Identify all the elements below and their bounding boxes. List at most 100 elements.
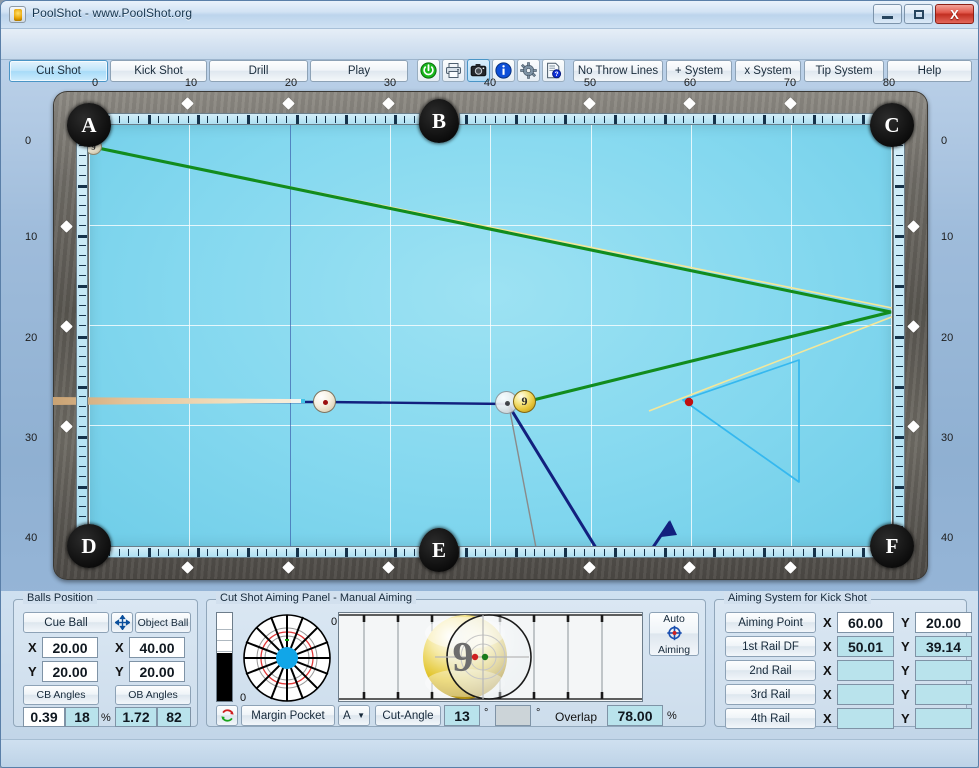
spin-bottom-label: 0 bbox=[240, 692, 247, 704]
table-felt[interactable]: 9 9 bbox=[89, 125, 892, 546]
object-ball-9[interactable]: 9 bbox=[513, 390, 536, 413]
cue-stick[interactable] bbox=[53, 396, 305, 406]
pool-table-area[interactable]: 0 10 20 30 40 50 60 70 80 0 10 20 30 40 … bbox=[1, 63, 978, 591]
english-spin-wheel[interactable] bbox=[242, 613, 332, 703]
maximize-button[interactable] bbox=[904, 4, 933, 24]
diamond-marker bbox=[683, 561, 696, 574]
second-rail-button[interactable]: 2nd Rail bbox=[725, 660, 816, 681]
third-rail-x[interactable] bbox=[837, 684, 894, 705]
diamond-marker bbox=[907, 320, 920, 333]
third-rail-y[interactable] bbox=[915, 684, 972, 705]
pocket-select[interactable]: A ▼ bbox=[338, 705, 370, 726]
kick-system-legend: Aiming System for Kick Shot bbox=[724, 592, 871, 604]
diamond-marker bbox=[583, 561, 596, 574]
fourth-rail-button[interactable]: 4th Rail bbox=[725, 708, 816, 729]
row0-x-label: X bbox=[823, 615, 832, 630]
pocket-label: A bbox=[81, 112, 97, 137]
cut-angle-button[interactable]: Cut-Angle bbox=[375, 705, 441, 726]
reference-line bbox=[210, 170, 892, 412]
svg-text:9: 9 bbox=[453, 635, 474, 681]
fourth-rail-y[interactable] bbox=[915, 708, 972, 729]
balls-position-group: Balls Position Cue Ball Object Ball X 20… bbox=[13, 592, 198, 727]
x-tick-70: 70 bbox=[783, 77, 797, 89]
first-rail-button[interactable]: 1st Rail DF bbox=[725, 636, 816, 657]
auto-aiming-line2: Aiming bbox=[657, 643, 691, 656]
refresh-icon[interactable] bbox=[216, 705, 238, 726]
speed-slider[interactable] bbox=[216, 612, 233, 702]
cue-x-field[interactable]: 20.00 bbox=[42, 637, 98, 658]
cue-ball-button[interactable]: Cue Ball bbox=[23, 612, 109, 633]
y-tick-left-10: 10 bbox=[25, 231, 38, 243]
diamond-marker bbox=[784, 561, 797, 574]
auto-aiming-line1: Auto bbox=[663, 612, 685, 625]
pocket-b[interactable]: B bbox=[419, 99, 459, 143]
pocket-label: D bbox=[81, 533, 97, 558]
obj-y-field[interactable]: 20.00 bbox=[129, 661, 185, 682]
x-tick-80: 80 bbox=[882, 77, 896, 89]
close-button[interactable]: X bbox=[935, 4, 974, 24]
pocket-d[interactable]: D bbox=[67, 524, 111, 568]
kick-path-line bbox=[92, 145, 892, 404]
row4-x-label: X bbox=[823, 711, 832, 726]
obj-x-label: X bbox=[115, 640, 124, 655]
path-arrowhead bbox=[661, 520, 677, 537]
row1-y-label: Y bbox=[901, 639, 910, 654]
aiming-point-button[interactable]: Aiming Point bbox=[725, 612, 816, 633]
diamond-marker bbox=[907, 220, 920, 233]
cue-y-label: Y bbox=[28, 664, 37, 679]
margin-pocket-button[interactable]: Margin Pocket bbox=[241, 705, 335, 726]
aiming-point-y[interactable]: 20.00 bbox=[915, 612, 972, 633]
toolbar: Cut Shot Kick Shot Drill Play ? No Throw… bbox=[1, 29, 978, 82]
fourth-rail-x[interactable] bbox=[837, 708, 894, 729]
y-tick-right-10: 10 bbox=[941, 231, 954, 243]
cue-ball[interactable] bbox=[313, 390, 336, 413]
third-rail-button[interactable]: 3rd Rail bbox=[725, 684, 816, 705]
aiming-panel-legend: Cut Shot Aiming Panel - Manual Aiming bbox=[216, 592, 416, 604]
cue-y-field[interactable]: 20.00 bbox=[42, 661, 98, 682]
overlap-value[interactable]: 78.00 bbox=[607, 705, 663, 726]
pocket-f[interactable]: F bbox=[870, 524, 914, 568]
rail-ruler-right bbox=[893, 129, 905, 542]
pocket-c[interactable]: C bbox=[870, 103, 914, 147]
cb-angles-button[interactable]: CB Angles bbox=[23, 685, 99, 705]
second-angle-value[interactable] bbox=[495, 705, 531, 726]
second-rail-y[interactable] bbox=[915, 660, 972, 681]
row1-x-label: X bbox=[823, 639, 832, 654]
first-rail-y[interactable]: 39.14 bbox=[915, 636, 972, 657]
degree-symbol-2: ° bbox=[536, 707, 541, 719]
diamond-marker bbox=[181, 561, 194, 574]
auto-aiming-button[interactable]: Auto Aiming bbox=[649, 612, 699, 656]
first-rail-x[interactable]: 50.01 bbox=[837, 636, 894, 657]
ob-percent-value: 82 bbox=[157, 707, 191, 727]
move-arrows-icon[interactable] bbox=[111, 612, 133, 633]
ball-overlap-view[interactable]: 9 bbox=[338, 612, 643, 702]
x-tick-60: 60 bbox=[683, 77, 697, 89]
y-tick-left-40: 40 bbox=[25, 532, 38, 544]
overlap-symbol: % bbox=[667, 710, 677, 722]
y-tick-right-30: 30 bbox=[941, 432, 954, 444]
spin-top-label: 0 bbox=[331, 616, 338, 628]
pocket-a[interactable]: A bbox=[67, 103, 111, 147]
rail-ruler-top-left bbox=[93, 113, 420, 125]
pocket-e[interactable]: E bbox=[419, 528, 459, 572]
diamond-marker bbox=[282, 561, 295, 574]
application-window: PoolShot - www.PoolShot.org X Cut Shot K… bbox=[0, 0, 979, 768]
diamond-marker bbox=[382, 561, 395, 574]
crosshair-icon bbox=[666, 625, 683, 644]
second-rail-x[interactable] bbox=[837, 660, 894, 681]
object-ball-button[interactable]: Object Ball bbox=[135, 612, 191, 633]
ob-angles-button[interactable]: OB Angles bbox=[115, 685, 191, 705]
obj-x-field[interactable]: 40.00 bbox=[129, 637, 185, 658]
diamond-marker bbox=[907, 420, 920, 433]
aiming-point-x[interactable]: 60.00 bbox=[837, 612, 894, 633]
cue-ball-path bbox=[507, 405, 672, 546]
degree-symbol-1: ° bbox=[484, 707, 489, 719]
obj-y-label: Y bbox=[115, 664, 124, 679]
table-rails: 9 9 bbox=[53, 91, 928, 580]
pocket-label: F bbox=[885, 533, 899, 558]
cut-angle-value[interactable]: 13 bbox=[444, 705, 480, 726]
y-tick-right-20: 20 bbox=[941, 332, 954, 344]
minimize-button[interactable] bbox=[873, 4, 902, 24]
x-tick-10: 10 bbox=[184, 77, 198, 89]
bottom-panels: Balls Position Cue Ball Object Ball X 20… bbox=[1, 591, 978, 739]
